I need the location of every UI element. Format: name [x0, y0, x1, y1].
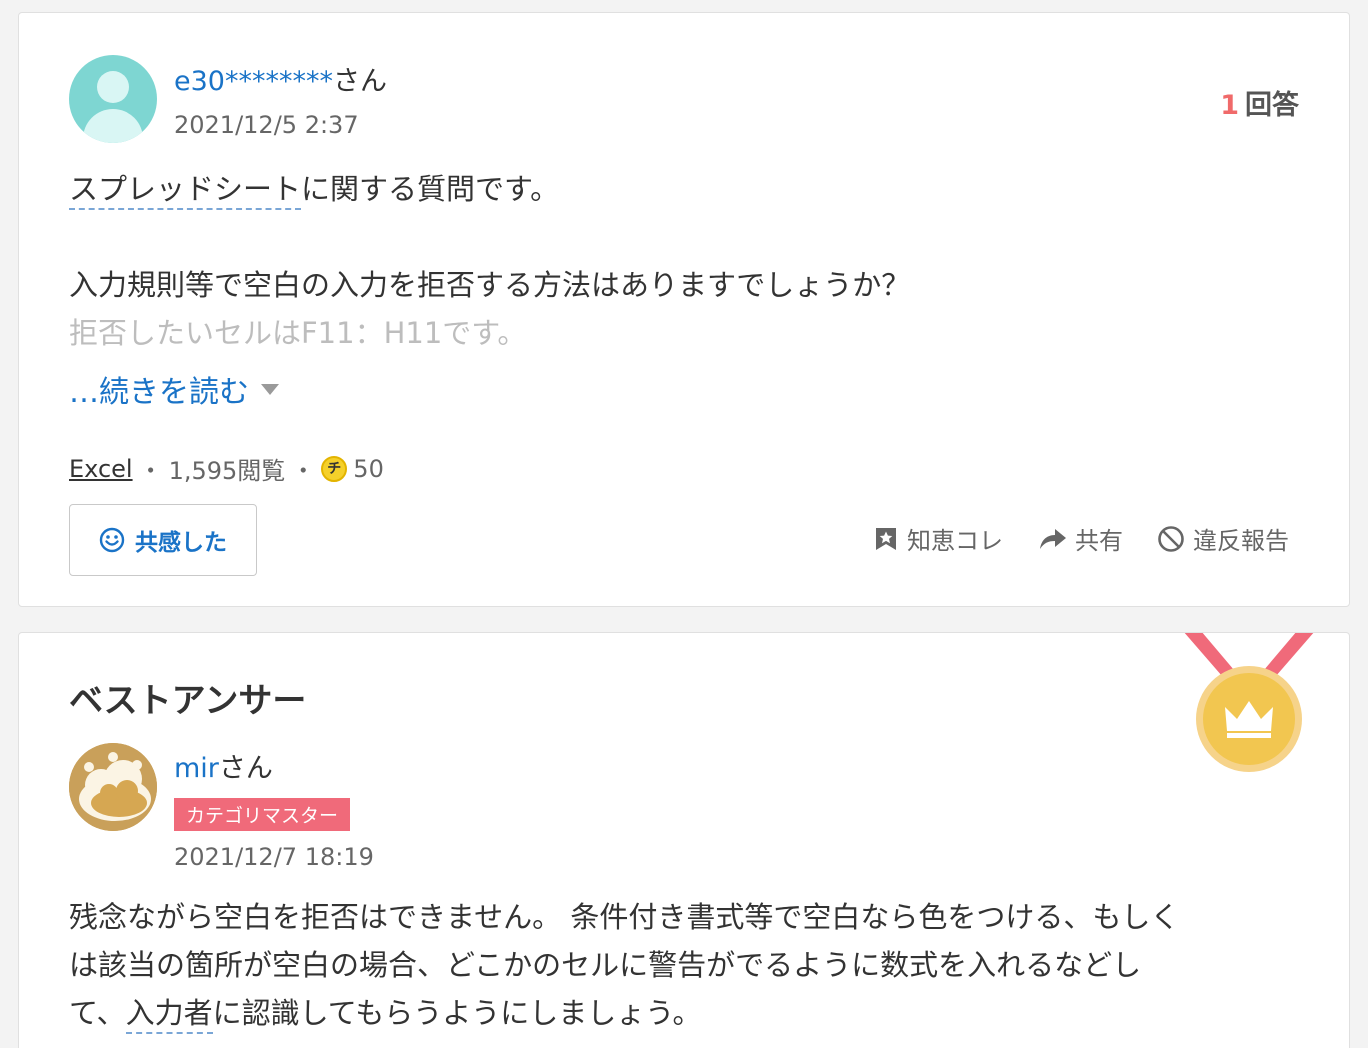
- category-master-badge: カテゴリマスター: [174, 798, 351, 831]
- empathy-button[interactable]: 共感した: [69, 504, 257, 576]
- avatar-body-shape: [83, 109, 143, 143]
- prohibited-icon: [1158, 525, 1184, 552]
- read-more-label: …続きを読む: [69, 375, 249, 410]
- answer-body: 残念ながら空白を拒否はできません。 条件付き書式等で空白なら色をつける、もしく …: [69, 893, 1309, 1037]
- coin-amount: 50: [353, 454, 384, 483]
- category-link[interactable]: Excel: [69, 455, 133, 483]
- answer-line-3-pre: て、: [69, 996, 126, 1030]
- questioner-avatar[interactable]: [69, 55, 157, 143]
- view-count: 1,595閲覧: [168, 457, 286, 485]
- chie-kore-label: 知恵コレ: [907, 527, 1003, 555]
- answer-line-3: て、入力者に認識してもらうようにしましょう。: [69, 989, 1309, 1037]
- share-arrow-icon: [1040, 528, 1066, 549]
- answer-count-label: 回答: [1245, 90, 1299, 121]
- question-date: 2021/12/5 2:37: [174, 111, 359, 139]
- answer-line-2: は該当の箇所が空白の場合、どこかのセルに警告がでるように数式を入れるなどし: [69, 948, 1142, 982]
- meta-separator: ・: [138, 457, 163, 485]
- caret-down-icon: [261, 384, 279, 395]
- answer-keyword-link[interactable]: 入力者: [125, 996, 213, 1034]
- questioner-honorific: さん: [332, 66, 387, 97]
- coin-icon: チ: [321, 455, 348, 482]
- question-line-3-faded: 拒否したいセルはF11：H11です。: [69, 316, 527, 350]
- smile-icon: [99, 527, 125, 553]
- share-button[interactable]: 共有: [1039, 521, 1123, 556]
- share-label: 共有: [1075, 527, 1123, 555]
- answerer-id-link[interactable]: mir: [174, 753, 219, 784]
- answer-line-1: 残念ながら空白を拒否はできません。 条件付き書式等で空白なら色をつける、もしく: [69, 900, 1180, 934]
- answer-date: 2021/12/7 18:19: [174, 843, 374, 871]
- answerer-honorific: さん: [218, 753, 273, 784]
- best-answer-card: ベストアンサー mirさん カテゴリマスター 2021/12/7 18:19 残…: [18, 632, 1350, 1048]
- empathy-label: 共感した: [135, 530, 227, 556]
- question-line-1: スプレッドシートに関する質問です。: [69, 165, 1299, 213]
- answer-count-number: 1: [1220, 90, 1239, 121]
- question-meta: Excel ・ 1,595閲覧 ・ チ 50: [69, 451, 384, 486]
- answerer-avatar[interactable]: [69, 743, 157, 831]
- questioner-name: e30********さん: [174, 59, 387, 98]
- keyword-link[interactable]: スプレッドシート: [69, 172, 302, 210]
- question-card: e30********さん 2021/12/5 2:37 1 回答 スプレッドシー…: [18, 12, 1350, 607]
- avatar-head-shape: [97, 71, 129, 103]
- report-button[interactable]: 違反報告: [1157, 521, 1289, 556]
- chie-kore-button[interactable]: 知恵コレ: [873, 521, 1003, 556]
- answerer-name: mirさん: [174, 746, 273, 785]
- bookmark-star-icon: [876, 527, 896, 550]
- meta-separator: ・: [291, 457, 316, 485]
- questioner-id-link[interactable]: e30********: [174, 66, 333, 97]
- best-answer-title: ベストアンサー: [69, 681, 307, 721]
- read-more-link[interactable]: …続きを読む: [69, 367, 279, 411]
- cloud-avatar-icon: [69, 743, 157, 831]
- question-line-1-rest: に関する質問です。: [301, 172, 560, 206]
- medal-icon: [1184, 633, 1314, 772]
- answer-line-3-post: に認識してもらうようにしましょう。: [212, 996, 702, 1030]
- question-line-2: 入力規則等で空白の入力を拒否する方法はありますでしょうか？: [69, 268, 911, 302]
- answer-count: 1 回答: [1220, 83, 1299, 122]
- report-label: 違反報告: [1193, 527, 1289, 555]
